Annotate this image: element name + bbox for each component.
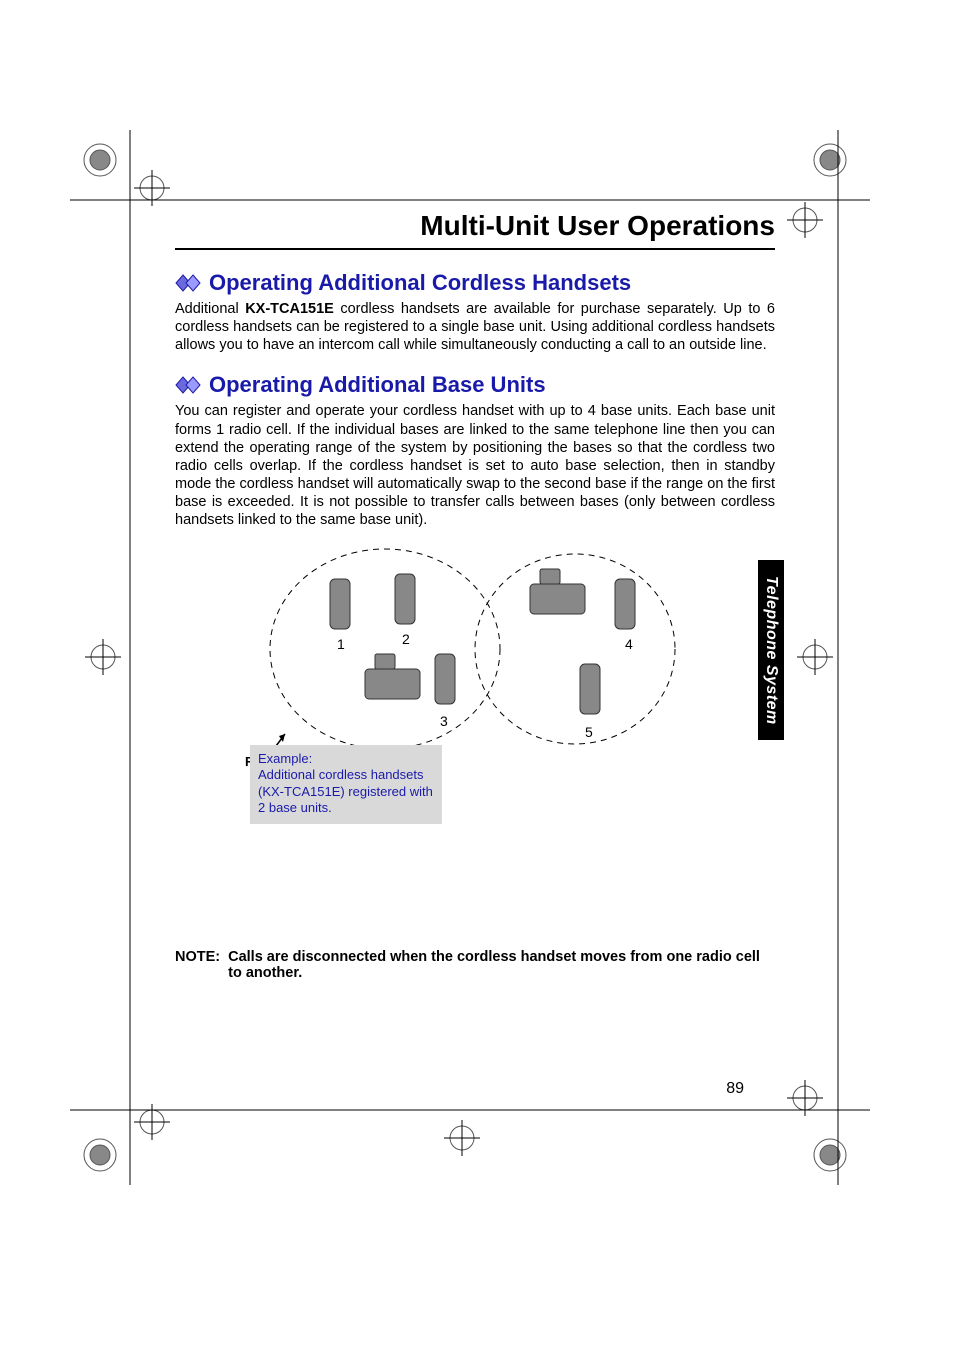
note-block: NOTE: Calls are disconnected when the co… <box>175 949 775 981</box>
side-tab-label: Telephone System <box>762 576 780 725</box>
page-number: 89 <box>726 1080 744 1098</box>
diagram-label-4: 4 <box>625 636 633 652</box>
side-tab: Telephone System <box>758 560 784 740</box>
diagram-label-1: 1 <box>337 636 345 652</box>
page-title: Multi-Unit User Operations <box>175 210 775 250</box>
diagram-label-5: 5 <box>585 724 593 740</box>
diamond-bullet-icon <box>175 274 203 292</box>
diamond-bullet-icon <box>175 376 203 394</box>
heading-text: Operating Additional Base Units <box>209 372 546 398</box>
diagram-label-2: 2 <box>402 631 410 647</box>
heading-text: Operating Additional Cordless Handsets <box>209 270 631 296</box>
body-paragraph-bases: You can register and operate your cordle… <box>175 402 775 529</box>
body-paragraph-handsets: Additional KX-TCA151E cordless handsets … <box>175 300 775 354</box>
section-heading-bases: Operating Additional Base Units <box>175 372 775 398</box>
section-heading-handsets: Operating Additional Cordless Handsets <box>175 270 775 296</box>
note-label: NOTE: <box>175 949 220 981</box>
example-caption: Example: Additional cordless handsets (K… <box>250 745 442 824</box>
diagram-label-3: 3 <box>440 713 448 729</box>
note-text: Calls are disconnected when the cordless… <box>228 949 775 981</box>
